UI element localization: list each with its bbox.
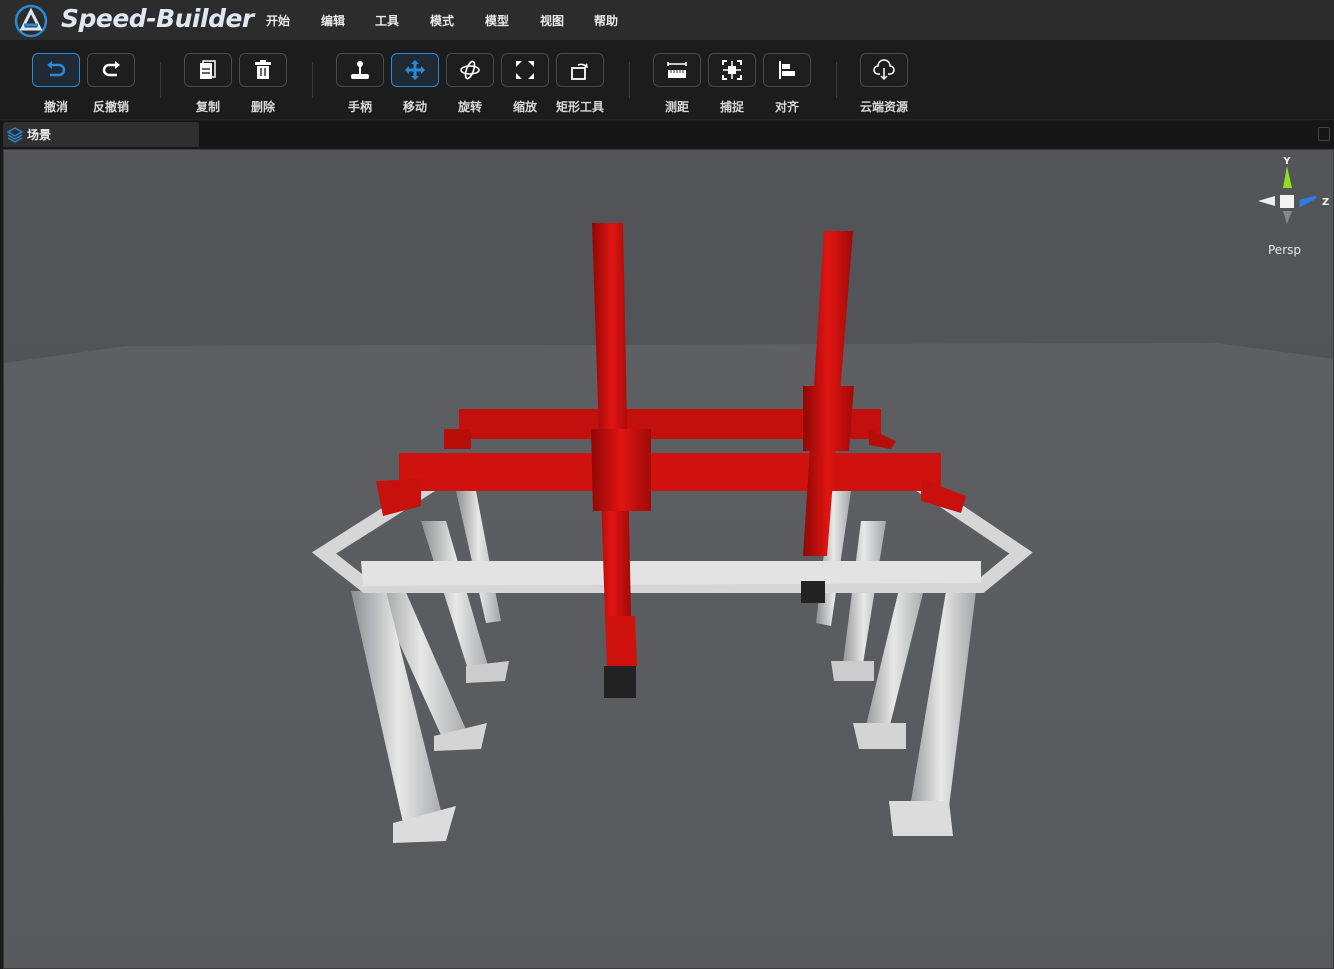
menu-tools[interactable]: 工具 xyxy=(375,12,399,29)
maximize-icon[interactable] xyxy=(1318,127,1330,141)
neg-y-cone[interactable] xyxy=(1283,211,1292,224)
undo-button[interactable] xyxy=(32,53,80,87)
projection-mode-label[interactable]: Persp xyxy=(1268,243,1301,257)
menu-start[interactable]: 开始 xyxy=(266,12,290,29)
center-cube[interactable] xyxy=(1280,195,1294,208)
copy-button[interactable] xyxy=(184,53,232,87)
rotate-icon xyxy=(460,60,480,80)
measure-button[interactable] xyxy=(653,53,701,87)
z-axis-label: Z xyxy=(1322,197,1329,208)
y-axis-label: Y xyxy=(1282,156,1291,167)
ruler-icon xyxy=(667,62,687,78)
app-brand: Speed-Builder xyxy=(61,4,254,33)
3d-viewport[interactable]: Y Z Persp xyxy=(3,149,1334,969)
undo-icon xyxy=(47,61,66,77)
menu-view[interactable]: 视图 xyxy=(540,12,564,29)
move-button[interactable] xyxy=(391,53,439,87)
menu-model[interactable]: 模型 xyxy=(485,12,509,29)
menu-edit[interactable]: 编辑 xyxy=(321,12,345,29)
z-axis-cone[interactable] xyxy=(1299,195,1317,208)
cloud-resources-button[interactable] xyxy=(860,53,908,87)
redo-label: 反撤销 xyxy=(92,100,129,114)
x-axis-cone[interactable] xyxy=(1258,196,1275,206)
redo-button[interactable] xyxy=(87,53,135,87)
scale-button[interactable] xyxy=(501,53,549,87)
y-axis-cone[interactable] xyxy=(1283,166,1292,188)
rect-tool-button[interactable] xyxy=(556,53,604,87)
menu-mode[interactable]: 模式 xyxy=(430,12,454,29)
cloud-download-icon xyxy=(873,59,895,81)
separator xyxy=(312,62,313,98)
copy-icon xyxy=(200,60,216,79)
trash-icon xyxy=(255,60,271,79)
title-bar: Speed-Builder 开始 编辑 工具 模式 模型 视图 帮助 xyxy=(0,0,1334,40)
orientation-gizmo[interactable]: Y Z xyxy=(1254,156,1334,231)
tab-bar: 场景 xyxy=(0,121,1334,148)
snap-button[interactable] xyxy=(708,53,756,87)
scale-icon xyxy=(516,61,534,79)
separator xyxy=(836,62,837,98)
delete-button[interactable] xyxy=(239,53,287,87)
rect-rotate-icon xyxy=(571,63,588,80)
align-label: 对齐 xyxy=(774,100,799,114)
snap-icon xyxy=(722,60,742,80)
redo-icon xyxy=(102,61,120,77)
separator xyxy=(629,62,630,98)
tab-scene-label: 场景 xyxy=(27,128,52,142)
scene-render xyxy=(4,150,1333,968)
layers-icon xyxy=(7,126,23,143)
separator xyxy=(160,62,161,98)
rect-tool-label: 矩形工具 xyxy=(555,100,604,114)
delete-label: 删除 xyxy=(250,100,275,114)
handle-button[interactable] xyxy=(336,53,384,87)
menu-help[interactable]: 帮助 xyxy=(594,12,618,29)
tab-scene[interactable]: 场景 xyxy=(3,122,199,147)
align-left-icon xyxy=(779,61,795,79)
cloud-resources-label: 云端资源 xyxy=(859,100,908,114)
joystick-icon xyxy=(351,61,369,79)
rotate-button[interactable] xyxy=(446,53,494,87)
logo-icon xyxy=(14,4,48,38)
align-button[interactable] xyxy=(763,53,811,87)
move-arrows-icon xyxy=(405,60,425,80)
toolbar: 撤消 反撤销 复制 删除 手柄 移动 旋转 缩放 矩形工具 测距 捕捉 对齐 云… xyxy=(0,40,1334,120)
